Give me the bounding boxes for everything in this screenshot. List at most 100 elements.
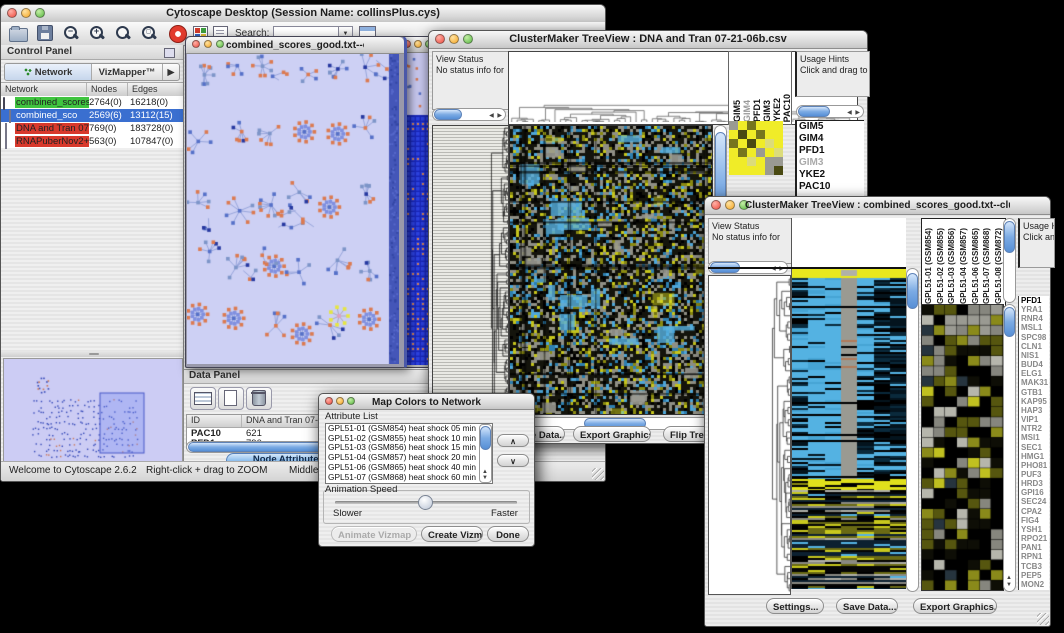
gene-label[interactable]: MAK31: [1019, 378, 1049, 387]
move-up-button[interactable]: ∧: [497, 434, 529, 447]
network-row[interactable]: combined_scores 2764(0) 16218(0): [1, 96, 183, 109]
gene-label[interactable]: SPC98: [1019, 333, 1049, 342]
network-row[interactable]: combined_sco 2569(6) 13112(15): [1, 109, 183, 122]
scroll-arrows[interactable]: ▲▼: [1006, 575, 1013, 589]
gene-label[interactable]: NTR2: [1019, 424, 1049, 433]
slider-knob[interactable]: [418, 495, 433, 510]
create-vizmap-button[interactable]: Create Vizmap: [421, 526, 483, 542]
select-attributes-button[interactable]: [190, 387, 216, 410]
resize-grip[interactable]: [592, 468, 604, 480]
birdseye-canvas[interactable]: [4, 359, 180, 461]
tab-network[interactable]: Network: [5, 64, 92, 80]
gene-label[interactable]: PAN1: [1019, 543, 1049, 552]
minimize-icon[interactable]: [725, 200, 735, 210]
row-dendrogram-panel[interactable]: [708, 275, 791, 595]
zoom-selected-icon[interactable]: [141, 25, 157, 41]
scroll-arrows[interactable]: ◀ ▶: [847, 108, 861, 118]
gene-label[interactable]: MSI1: [1019, 433, 1049, 442]
row-label[interactable]: PAC10: [797, 181, 864, 193]
row-label[interactable]: PFD1: [797, 145, 864, 157]
column-header-id[interactable]: ID: [187, 415, 242, 427]
gene-label[interactable]: VIP1: [1019, 415, 1049, 424]
new-attribute-button[interactable]: [218, 387, 244, 410]
zoom-heatmap-canvas[interactable]: [921, 304, 1004, 591]
row-label[interactable]: GIM3: [797, 157, 864, 169]
minimize-icon[interactable]: [204, 40, 212, 48]
heatmap-canvas[interactable]: [509, 125, 713, 415]
gene-label[interactable]: CPA2: [1019, 507, 1049, 516]
gene-label[interactable]: GTB1: [1019, 388, 1049, 397]
treeview2-vscrollbar[interactable]: [906, 268, 919, 592]
attribute-list-vscrollbar[interactable]: ▲▼: [479, 424, 492, 483]
treeview1-hints-hscrollbar[interactable]: ◀ ▶: [796, 105, 864, 118]
animate-vizmap-button[interactable]: Animate Vizmap: [331, 526, 417, 542]
close-icon[interactable]: [711, 200, 721, 210]
zoom-fit-icon[interactable]: [115, 25, 131, 41]
resize-grip[interactable]: [1037, 613, 1049, 625]
gene-label[interactable]: GPI16: [1019, 488, 1049, 497]
network-row[interactable]: DNA and Tran 07 769(0) 183728(0): [1, 122, 183, 135]
zoom-out-icon[interactable]: [63, 25, 79, 41]
save-data-button[interactable]: Save Data...: [836, 598, 898, 614]
row-label[interactable]: YKE2: [797, 169, 864, 181]
labels-vscrollbar[interactable]: [1003, 218, 1016, 303]
gene-label[interactable]: PFD1: [1019, 296, 1049, 305]
treeview2-titlebar[interactable]: ClusterMaker TreeView : combined_scores_…: [705, 197, 1050, 215]
minimize-icon[interactable]: [21, 8, 31, 18]
gene-label[interactable]: SEC24: [1019, 497, 1049, 506]
network-titlebar[interactable]: combined_scores_good.txt--cluste...: [186, 37, 404, 54]
close-icon[interactable]: [192, 40, 200, 48]
gene-label[interactable]: HRD3: [1019, 479, 1049, 488]
gene-label[interactable]: PUF3: [1019, 470, 1049, 479]
gene-label[interactable]: CLN1: [1019, 342, 1049, 351]
attribute-item[interactable]: GPL51-07 (GSM868) heat shock 60 min: [326, 473, 492, 483]
zoom-matrix[interactable]: [729, 121, 783, 175]
row-label[interactable]: GIM5: [797, 121, 864, 133]
close-icon[interactable]: [325, 397, 333, 405]
gene-label[interactable]: PHO81: [1019, 461, 1049, 470]
gene-label[interactable]: YSH1: [1019, 525, 1049, 534]
gene-label[interactable]: MSL1: [1019, 323, 1049, 332]
gene-label[interactable]: RPO21: [1019, 534, 1049, 543]
minimize-icon[interactable]: [449, 34, 459, 44]
minimize-icon[interactable]: [336, 397, 344, 405]
row-label[interactable]: GIM4: [797, 133, 864, 145]
panel-splitter[interactable]: [1, 351, 183, 357]
export-graphics-button[interactable]: Export Graphics...: [913, 598, 997, 614]
gene-label[interactable]: ELG1: [1019, 369, 1049, 378]
network-overview-panel[interactable]: [3, 358, 183, 464]
gene-label[interactable]: YRA1: [1019, 305, 1049, 314]
dialog-titlebar[interactable]: Map Colors to Network: [319, 394, 534, 410]
close-icon[interactable]: [7, 8, 17, 18]
treeview1-status-hscrollbar[interactable]: ◀ ▶: [432, 108, 506, 121]
open-folder-icon[interactable]: [9, 28, 28, 42]
network-canvas[interactable]: [187, 54, 399, 364]
gene-label[interactable]: BUD4: [1019, 360, 1049, 369]
scroll-arrows[interactable]: ▲▼: [482, 469, 489, 481]
done-button[interactable]: Done: [487, 526, 529, 542]
delete-attribute-button[interactable]: [246, 387, 272, 410]
treeview1-titlebar[interactable]: ClusterMaker TreeView : DNA and Tran 07-…: [429, 31, 867, 49]
gene-label[interactable]: TCB3: [1019, 562, 1049, 571]
settings-button[interactable]: Settings...: [766, 598, 824, 614]
close-icon[interactable]: [435, 34, 445, 44]
main-titlebar[interactable]: Cytoscape Desktop (Session Name: collins…: [1, 5, 605, 23]
tab-overflow-arrow[interactable]: ▶: [163, 64, 179, 80]
zoom-window-icon[interactable]: [216, 40, 224, 48]
tab-vizmapper[interactable]: VizMapper™: [92, 64, 163, 80]
gene-label[interactable]: RNR4: [1019, 314, 1049, 323]
row-dendrogram-panel[interactable]: [432, 125, 509, 415]
gene-label[interactable]: FIG4: [1019, 516, 1049, 525]
gene-label[interactable]: SEC1: [1019, 443, 1049, 452]
zoom-window-icon[interactable]: [347, 397, 355, 405]
gene-label[interactable]: PEP5: [1019, 571, 1049, 580]
minimize-icon[interactable]: [414, 40, 422, 48]
move-down-button[interactable]: ∨: [497, 454, 529, 467]
scroll-arrows[interactable]: ◀ ▶: [489, 111, 503, 121]
heatmap-canvas[interactable]: [791, 218, 906, 589]
gene-label[interactable]: RPN1: [1019, 552, 1049, 561]
gene-label[interactable]: HMG1: [1019, 452, 1049, 461]
export-graphics-button[interactable]: Export Graphics...: [573, 426, 651, 442]
save-icon[interactable]: [37, 25, 53, 41]
zoom-in-icon[interactable]: [89, 25, 105, 41]
